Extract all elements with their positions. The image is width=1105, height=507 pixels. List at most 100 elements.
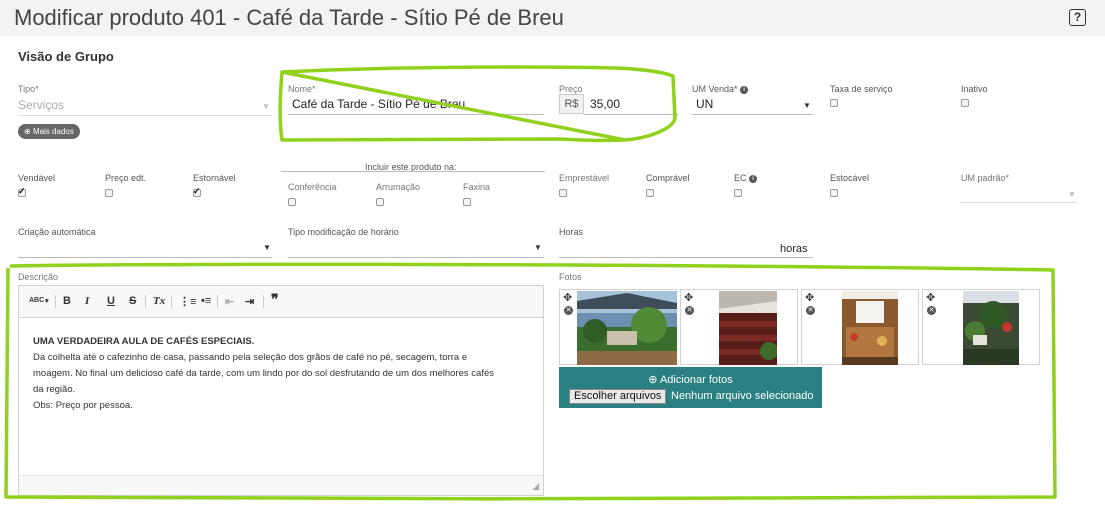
taxa-servico-checkbox[interactable] <box>830 99 838 107</box>
vendavel-checkbox[interactable] <box>18 186 26 197</box>
nome-input[interactable]: Café da Tarde - Sítio Pé de Breu <box>292 97 465 111</box>
um-padrao-select[interactable] <box>961 202 1077 203</box>
faxina-label: Faxina <box>463 182 491 192</box>
blockquote-button[interactable]: ❞ <box>271 291 279 308</box>
editor-toolbar: ABC ▾ B I U S Tx ⋮≡ •≡ ⇤ ⇥ ❞ <box>19 286 543 318</box>
photo-card[interactable]: ✥ ✕ <box>559 289 677 365</box>
horas-suffix: horas <box>780 243 808 255</box>
toolbar-separator <box>171 295 172 308</box>
inativo-checkbox[interactable] <box>961 99 969 107</box>
bulleted-list-icon[interactable]: •≡ <box>201 295 211 307</box>
um-venda-chevron-down-icon[interactable]: ▼ <box>803 101 811 110</box>
remove-photo-icon[interactable]: ✕ <box>685 306 694 315</box>
choose-files-button[interactable]: Escolher arquivos <box>569 389 667 404</box>
arrumacao-checkbox[interactable] <box>376 198 384 206</box>
remove-photo-icon[interactable]: ✕ <box>564 306 573 315</box>
description-line: Obs: Preço por pessoa. <box>33 400 133 411</box>
page-title: Modificar produto 401 - Café da Tarde - … <box>14 5 564 30</box>
incluir-produto-group <box>281 171 545 172</box>
photo-thumbnail <box>963 291 1019 365</box>
move-icon[interactable]: ✥ <box>684 291 693 304</box>
info-icon[interactable]: i <box>749 175 758 183</box>
group-title: Visão de Grupo <box>18 49 114 64</box>
preco-field-line <box>584 114 678 115</box>
photo-thumbnail <box>577 291 677 365</box>
numbered-list-icon[interactable]: ⋮≡ <box>179 295 196 308</box>
conferencia-label: Conferência <box>288 182 337 192</box>
photo-card[interactable]: ✥ ✕ <box>922 289 1040 365</box>
ec-label: EC i <box>734 173 758 183</box>
descricao-editor[interactable]: ABC ▾ B I U S Tx ⋮≡ •≡ ⇤ ⇥ ❞ UMA VERDADE… <box>18 285 544 496</box>
faxina-checkbox[interactable] <box>463 198 471 206</box>
photo-card[interactable]: ✥ ✕ <box>801 289 919 365</box>
remove-format-button[interactable]: Tx <box>153 295 165 307</box>
toolbar-separator <box>263 295 264 308</box>
compravel-label: Comprável <box>646 173 690 183</box>
spellcheck-chevron-icon[interactable]: ▾ <box>45 297 49 305</box>
help-icon[interactable]: ? <box>1069 9 1086 26</box>
mais-dados-button[interactable]: ⊕ Mais dados <box>18 124 80 139</box>
taxa-servico-label: Taxa de serviço <box>830 84 893 94</box>
vendavel-label: Vendável <box>18 173 56 183</box>
move-icon[interactable]: ✥ <box>926 291 935 304</box>
compravel-checkbox[interactable] <box>646 189 654 197</box>
add-photos-button[interactable]: ⊕ Adicionar fotos <box>559 373 822 386</box>
estocavel-checkbox[interactable] <box>830 189 838 197</box>
estornavel-checkbox[interactable] <box>193 186 201 197</box>
descricao-label: Descrição <box>18 272 59 282</box>
move-icon[interactable]: ✥ <box>805 291 814 304</box>
um-venda-select-value[interactable]: UN <box>696 97 713 111</box>
criacao-automatica-select[interactable] <box>18 257 272 258</box>
preco-input[interactable]: 35,00 <box>590 97 620 111</box>
um-padrao-label: UM padrão* <box>961 173 1010 183</box>
tipo-modificacao-select[interactable] <box>288 257 544 258</box>
info-icon[interactable]: i <box>740 86 749 94</box>
tipo-select[interactable] <box>18 115 272 116</box>
horas-label: Horas <box>559 227 584 237</box>
spellcheck-icon[interactable]: ABC <box>29 297 44 304</box>
bold-button[interactable]: B <box>63 295 71 307</box>
toolbar-separator <box>217 295 218 308</box>
tipo-select-value[interactable]: Serviços <box>18 98 64 112</box>
strikethrough-button[interactable]: S <box>129 295 136 307</box>
emprestavel-label: Emprestável <box>559 173 610 183</box>
tipo-label: Tipo* <box>18 84 39 94</box>
tipo-modificacao-chevron-down-icon[interactable]: ▼ <box>534 243 542 252</box>
preco-currency-addon: R$ <box>559 94 584 114</box>
tipo-chevron-down-icon[interactable]: ▼ <box>262 102 270 111</box>
no-file-text: Nenhum arquivo selecionado <box>671 390 814 402</box>
description-line: Da colhelta até o cafezinho de casa, pas… <box>33 352 468 363</box>
preco-label: Preço <box>559 84 583 94</box>
photo-card[interactable]: ✥ ✕ <box>680 289 798 365</box>
description-line: moagem. No final um delicioso café da ta… <box>33 368 494 379</box>
indent-icon[interactable]: ⇥ <box>245 295 254 308</box>
inativo-label: Inativo <box>961 84 988 94</box>
ec-checkbox[interactable] <box>734 189 742 197</box>
mais-dados-label: Mais dados <box>32 127 74 136</box>
editor-content[interactable]: UMA VERDADEIRA AULA DE CAFÉS ESPECIAIS. … <box>33 334 533 414</box>
um-venda-select[interactable] <box>692 114 813 115</box>
remove-photo-icon[interactable]: ✕ <box>927 306 936 315</box>
um-padrao-chevron-down-icon[interactable]: ▼ <box>1068 190 1076 199</box>
underline-button[interactable]: U <box>107 295 115 307</box>
emprestavel-checkbox[interactable] <box>559 189 567 197</box>
toolbar-separator <box>145 295 146 308</box>
upload-panel: ⊕ Adicionar fotos Escolher arquivos Nenh… <box>559 367 822 408</box>
plus-circle-icon: ⊕ <box>24 127 33 136</box>
resize-handle-icon[interactable]: ◢ <box>532 481 539 492</box>
photo-thumbnail <box>719 291 777 365</box>
horas-suffix-line <box>775 257 813 258</box>
nome-label: Nome* <box>288 84 316 94</box>
photo-thumbnail <box>842 291 898 365</box>
preco-edt-checkbox[interactable] <box>105 189 113 197</box>
outdent-icon[interactable]: ⇤ <box>225 295 234 308</box>
move-icon[interactable]: ✥ <box>563 291 572 304</box>
criacao-chevron-down-icon[interactable]: ▼ <box>263 243 271 252</box>
italic-button[interactable]: I <box>85 295 89 307</box>
horas-input[interactable] <box>559 257 775 258</box>
conferencia-checkbox[interactable] <box>288 198 296 206</box>
remove-photo-icon[interactable]: ✕ <box>806 306 815 315</box>
description-line: da região. <box>33 384 76 395</box>
tipo-modificacao-label: Tipo modificação de horário <box>288 227 399 237</box>
estornavel-label: Estornável <box>193 173 236 183</box>
